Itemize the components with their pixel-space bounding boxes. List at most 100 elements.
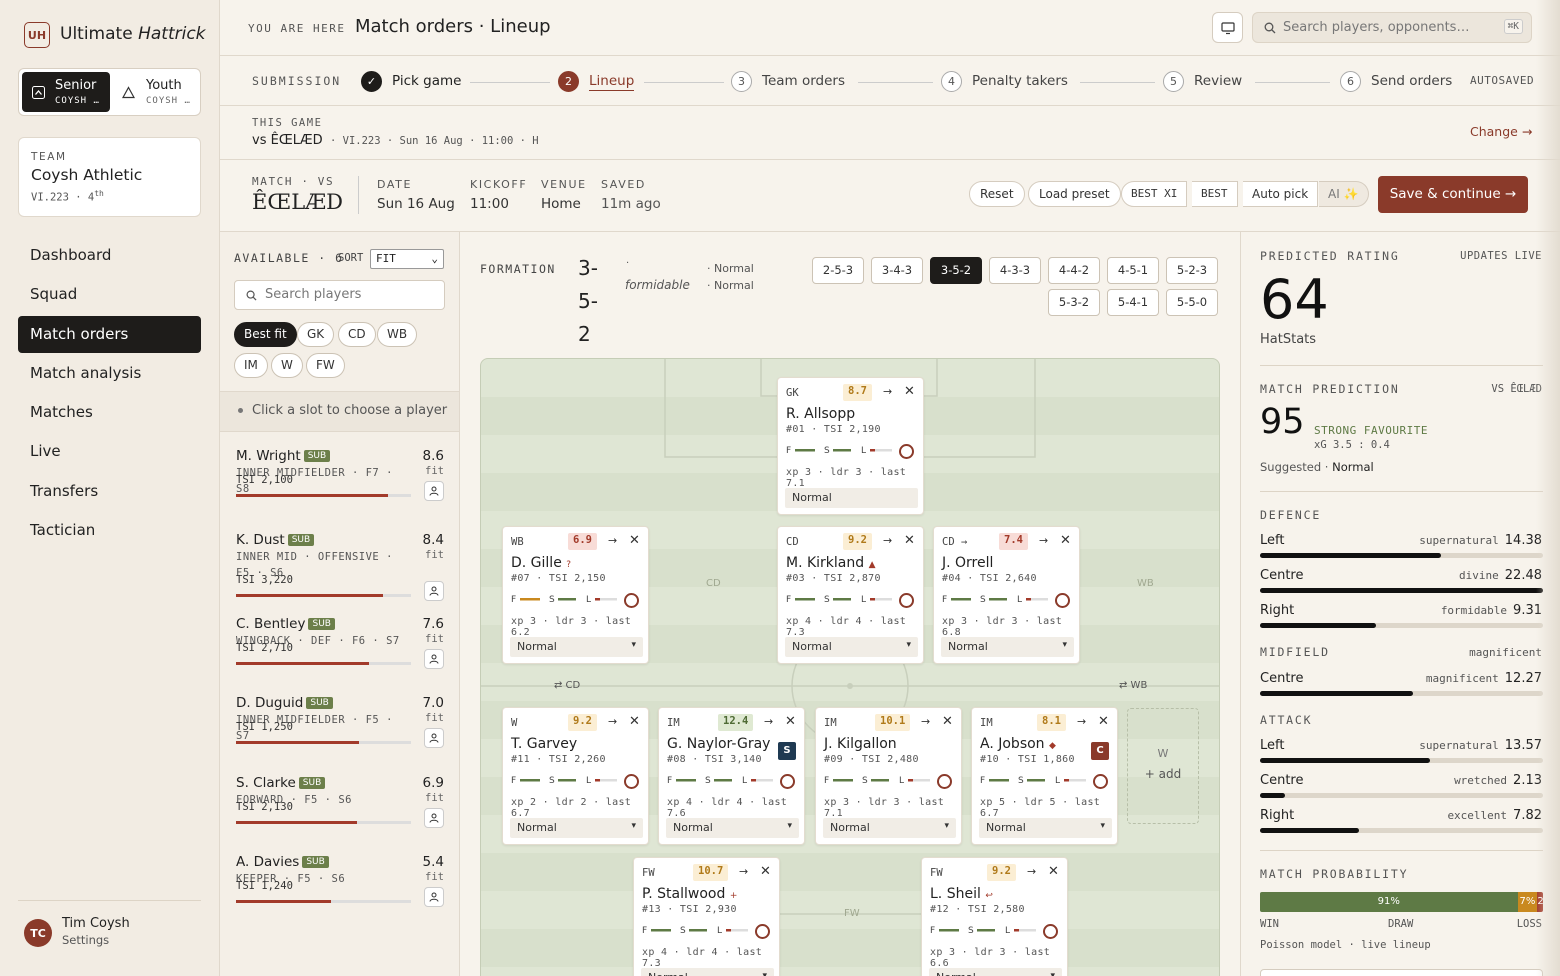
formation-5-5-0[interactable]: 5-5-0 — [1166, 289, 1218, 316]
individual-order-select[interactable]: Normal▾ — [785, 637, 918, 657]
individual-order-select[interactable]: Normal▾ — [666, 818, 799, 838]
individual-order-select[interactable]: Normal▾ — [941, 637, 1074, 657]
youth-toggle[interactable]: Youth COYSH … — [113, 72, 199, 112]
swap-wb-button[interactable]: ⇄ WB — [1119, 680, 1147, 691]
player-search[interactable]: Search players — [234, 280, 445, 310]
individual-order-select[interactable]: Normal▾ — [979, 818, 1112, 838]
best-button[interactable]: BEST — [1192, 181, 1238, 207]
formation-2-5-3[interactable]: 2-5-3 — [812, 257, 864, 284]
individual-order-select[interactable]: Normal▾ — [929, 968, 1062, 976]
captain-badge[interactable]: C — [1091, 742, 1109, 760]
player-card-a-jobson[interactable]: IM 8.1 → ✕ A. Jobson ◆ #10 · TSI 1,860 F S Lxp 5… — [971, 707, 1118, 845]
step-4-number[interactable]: 4 — [941, 71, 962, 92]
step-4-label[interactable]: Penalty takers — [972, 73, 1068, 89]
close-icon[interactable]: ✕ — [629, 714, 640, 729]
change-game-link[interactable]: Change → — [1470, 124, 1532, 139]
step-3-number[interactable]: 3 — [731, 71, 752, 92]
player-profile-button[interactable] — [424, 481, 444, 501]
global-search[interactable]: Search players, opponents… ⌘K — [1252, 12, 1532, 43]
player-card-d-gille[interactable]: WB 6.9 → ✕ D. Gille ? #07 · TSI 2,150 F S Lxp 3 … — [502, 526, 649, 664]
empty-w-slot[interactable]: W + add — [1127, 708, 1199, 824]
individual-order-select[interactable]: Normal▾ — [641, 968, 774, 976]
player-profile-button[interactable] — [424, 649, 444, 669]
move-arrow-icon[interactable]: → — [1077, 715, 1086, 728]
nav-match-orders[interactable]: Match orders — [18, 316, 201, 353]
move-arrow-icon[interactable]: → — [739, 865, 748, 878]
individual-order-select[interactable]: Normal▾ — [510, 637, 643, 657]
nav-matches[interactable]: Matches — [18, 394, 201, 431]
display-button[interactable] — [1212, 12, 1243, 43]
individual-order-select[interactable]: Normal▾ — [823, 818, 956, 838]
move-arrow-icon[interactable]: → — [883, 534, 892, 547]
close-icon[interactable]: ✕ — [629, 533, 640, 548]
player-card-j-kilgallon[interactable]: IM 10.1 → ✕ J. Kilgallon #09 · TSI 2,480 F S Lx… — [815, 707, 962, 845]
move-arrow-icon[interactable]: → — [1027, 865, 1036, 878]
user-menu[interactable]: TC Tim Coysh Settings — [18, 900, 201, 960]
filter-wb[interactable]: WB — [377, 322, 418, 347]
formation-5-4-1[interactable]: 5-4-1 — [1107, 289, 1159, 316]
load-preset-button[interactable]: Load preset — [1028, 181, 1121, 207]
auto-pick-button[interactable]: Auto pick — [1243, 181, 1319, 207]
step-2-label[interactable]: Lineup — [589, 73, 635, 91]
formation-3-5-2[interactable]: 3-5-2 — [930, 257, 982, 284]
player-row[interactable]: D. Duguid SUB INNER MIDFIELDER · F5 · S7 7.… — [220, 695, 460, 775]
player-profile-button[interactable] — [424, 887, 444, 907]
filter-gk[interactable]: GK — [297, 322, 335, 347]
player-row[interactable]: K. Dust SUB INNER MID · OFFENSIVE · F5 · S… — [220, 532, 460, 612]
player-profile-button[interactable] — [424, 728, 444, 748]
move-arrow-icon[interactable]: → — [608, 534, 617, 547]
step-3-label[interactable]: Team orders — [762, 73, 845, 89]
step-2-number[interactable]: 2 — [558, 71, 579, 92]
player-row[interactable]: S. Clarke SUB FORWARD · F5 · S6 6.9 fit TSI 2… — [220, 775, 460, 855]
save-continue-button[interactable]: Save & continue → — [1378, 176, 1528, 213]
user-settings-link[interactable]: Settings — [62, 933, 109, 947]
close-icon[interactable]: ✕ — [1060, 533, 1071, 548]
nav-squad[interactable]: Squad — [18, 276, 201, 313]
step-1-label[interactable]: Pick game — [392, 73, 461, 89]
set-pieces-badge[interactable]: S — [778, 742, 796, 760]
filter-fw[interactable]: FW — [306, 353, 345, 378]
player-card-l-sheil[interactable]: FW 9.2 → ✕ L. Sheil ↩ #12 · TSI 2,580 F S Lxp 3 … — [921, 857, 1068, 976]
close-icon[interactable]: ✕ — [1048, 864, 1059, 879]
player-card-j-orrell[interactable]: CD → 7.4 → ✕ J. Orrell #04 · TSI 2,640 F S Lxp … — [933, 526, 1080, 664]
filter-im[interactable]: IM — [234, 353, 268, 378]
close-icon[interactable]: ✕ — [1098, 714, 1109, 729]
player-row[interactable]: M. Wright SUB INNER MIDFIELDER · F7 · S8 8.… — [220, 448, 460, 528]
nav-match-analysis[interactable]: Match analysis — [18, 355, 201, 392]
formation-5-2-3[interactable]: 5-2-3 — [1166, 257, 1218, 284]
step-6-label[interactable]: Send orders — [1371, 73, 1452, 89]
formation-4-4-2[interactable]: 4-4-2 — [1048, 257, 1100, 284]
step-1-check-icon[interactable]: ✓ — [361, 71, 382, 92]
close-icon[interactable]: ✕ — [942, 714, 953, 729]
app-logo[interactable]: UH — [24, 22, 50, 48]
formation-4-3-3[interactable]: 4-3-3 — [989, 257, 1041, 284]
player-search-input[interactable]: Search players — [265, 287, 361, 302]
player-profile-button[interactable] — [424, 581, 444, 601]
filter-cd[interactable]: CD — [338, 322, 376, 347]
player-card-r-allsopp[interactable]: GK 8.7 → ✕ R. Allsopp #01 · TSI 2,190 F S Lxp 3… — [777, 377, 924, 515]
nav-live[interactable]: Live — [18, 433, 201, 470]
player-card-p-stallwood[interactable]: FW 10.7 → ✕ P. Stallwood + #13 · TSI 2,930 F S L… — [633, 857, 780, 976]
close-icon[interactable]: ✕ — [785, 714, 796, 729]
reset-button[interactable]: Reset — [969, 181, 1025, 207]
player-row[interactable]: A. Davies SUB KEEPER · F5 · S6 5.4 fit TSI 1,… — [220, 854, 460, 934]
move-arrow-icon[interactable]: → — [764, 715, 773, 728]
player-card-m-kirkland[interactable]: CD 9.2 → ✕ M. Kirkland ▲ #03 · TSI 2,870 F S Lxp… — [777, 526, 924, 664]
nav-tactician[interactable]: Tactician — [18, 512, 201, 549]
add-player-button[interactable]: + add — [1128, 767, 1198, 781]
nav-transfers[interactable]: Transfers — [18, 473, 201, 510]
formation-4-5-1[interactable]: 4-5-1 — [1107, 257, 1159, 284]
move-arrow-icon[interactable]: → — [883, 385, 892, 398]
move-arrow-icon[interactable]: → — [921, 715, 930, 728]
move-arrow-icon[interactable]: → — [1039, 534, 1048, 547]
nav-dashboard[interactable]: Dashboard — [18, 237, 201, 274]
global-search-input[interactable]: Search players, opponents… — [1283, 20, 1469, 35]
player-card-g-naylor-gray[interactable]: IM 12.4 → ✕ G. Naylor-Gray #08 · TSI 3,140 F S… — [658, 707, 805, 845]
step-6-number[interactable]: 6 — [1340, 71, 1361, 92]
ai-pick-button[interactable]: AI ✨ — [1319, 181, 1369, 207]
best-xi-button[interactable]: BEST XI — [1121, 181, 1188, 207]
move-arrow-icon[interactable]: → — [608, 715, 617, 728]
senior-toggle[interactable]: Senior COYSH … — [22, 72, 110, 112]
team-card[interactable]: TEAM Coysh Athletic VI.223 · 4th — [18, 137, 201, 217]
filter-w[interactable]: W — [271, 353, 303, 378]
